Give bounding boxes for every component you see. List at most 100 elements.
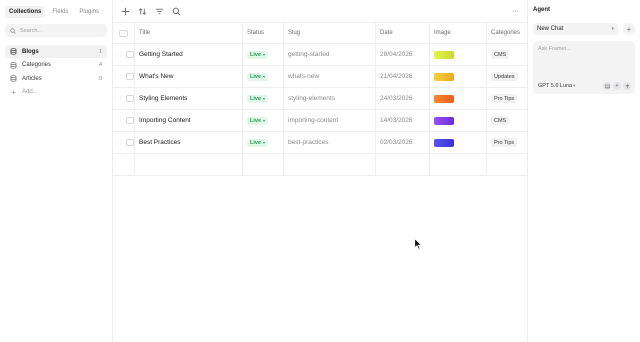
row-image[interactable] (430, 110, 487, 131)
row-handle[interactable]: ⋮⋮ (113, 66, 135, 87)
empty-row[interactable] (113, 154, 527, 176)
row-category[interactable]: CMS (487, 110, 527, 131)
status-badge[interactable]: Live ▾ (247, 94, 269, 103)
image-icon[interactable] (603, 82, 611, 90)
drag-handle-icon[interactable]: ⋮⋮ (113, 74, 123, 80)
row-status[interactable] (243, 154, 284, 175)
row-category[interactable]: CMS (487, 44, 527, 65)
row-category[interactable] (487, 154, 527, 175)
row-category[interactable]: Updates (487, 66, 527, 87)
row-title[interactable] (135, 154, 243, 175)
row-status[interactable]: Live ▾ (243, 88, 284, 109)
row-status[interactable]: Live ▾ (243, 44, 284, 65)
search-placeholder: Search... (20, 27, 43, 34)
chat-select[interactable]: New Chat ▾ (533, 23, 618, 35)
row-handle[interactable]: ⋮⋮ (113, 132, 135, 153)
drag-handle-icon[interactable]: ⋮⋮ (113, 140, 123, 146)
new-chat-button[interactable]: + (623, 23, 635, 35)
main-content: ··· Title Status Slug Date Image Categor… (113, 0, 527, 342)
row-checkbox[interactable] (126, 73, 134, 80)
row-date[interactable]: 21/04/2026 (376, 66, 430, 87)
status-badge[interactable]: Live ▾ (247, 116, 269, 125)
column-header-categories[interactable]: Categories (487, 23, 527, 43)
row-checkbox[interactable] (126, 95, 134, 102)
sidebar-item-blogs[interactable]: Blogs 1 (5, 45, 107, 58)
row-title[interactable]: Styling Elements (135, 88, 243, 109)
row-handle[interactable]: ⋮⋮ (113, 44, 135, 65)
status-badge[interactable]: Live ▾ (247, 138, 269, 147)
column-header-status[interactable]: Status (243, 23, 284, 43)
row-handle[interactable]: ⋮⋮ (113, 110, 135, 131)
toolbar: ··· (113, 0, 527, 22)
category-tag: Pro Tips (491, 94, 518, 103)
sidebar-item-categories[interactable]: Categories 4 (5, 59, 107, 72)
row-slug[interactable]: styling-elements (284, 88, 376, 109)
plus-icon[interactable] (121, 7, 130, 16)
table-row[interactable]: ⋮⋮ What's New Live ▾ whats-new 21/04/2026… (113, 66, 527, 88)
search-icon[interactable] (172, 7, 181, 16)
sidebar-tabs: Collections Fields Plugins (5, 6, 107, 18)
row-title[interactable]: Best Practices (135, 132, 243, 153)
row-slug[interactable]: getting-started (284, 44, 376, 65)
send-arrow-icon[interactable] (623, 82, 631, 90)
table-row[interactable]: ⋮⋮ Getting Started Live ▾ getting-started… (113, 44, 527, 66)
tab-fields[interactable]: Fields (48, 6, 72, 18)
row-checkbox[interactable] (126, 117, 134, 124)
drag-handle-icon[interactable]: ⋮⋮ (113, 118, 123, 124)
row-image[interactable] (430, 132, 487, 153)
row-image[interactable] (430, 88, 487, 109)
app-window: Collections Fields Plugins Search... Blo… (0, 0, 640, 342)
select-all-checkbox[interactable] (119, 29, 128, 37)
collection-table: Title Status Slug Date Image Categories … (113, 22, 527, 176)
row-slug[interactable]: whats-new (284, 66, 376, 87)
tab-collections[interactable]: Collections (5, 6, 46, 18)
row-slug[interactable]: best-practices (284, 132, 376, 153)
status-badge[interactable]: Live ▾ (247, 50, 269, 59)
row-status[interactable]: Live ▾ (243, 110, 284, 131)
column-header-slug[interactable]: Slug (284, 23, 376, 43)
row-image[interactable] (430, 66, 487, 87)
row-image[interactable] (430, 44, 487, 65)
attach-plus-icon[interactable]: + (613, 82, 621, 90)
row-category[interactable]: Pro Tips (487, 132, 527, 153)
more-options-icon[interactable]: ··· (512, 7, 519, 16)
table-row[interactable]: ⋮⋮ Importing Content Live ▾ importing-con… (113, 110, 527, 132)
drag-handle-icon[interactable]: ⋮⋮ (113, 96, 123, 102)
composer-actions: + (603, 82, 631, 90)
row-slug[interactable] (284, 154, 376, 175)
drag-handle-icon[interactable]: ⋮⋮ (113, 52, 123, 58)
row-date[interactable] (376, 154, 430, 175)
row-checkbox[interactable] (126, 51, 134, 58)
table-row[interactable]: ⋮⋮ Best Practices Live ▾ best-practices 0… (113, 132, 527, 154)
status-badge[interactable]: Live ▾ (247, 72, 269, 81)
model-select[interactable]: GPT 5.6 Luna▾ (538, 83, 575, 89)
status-label: Live (250, 117, 262, 124)
row-title[interactable]: Getting Started (135, 44, 243, 65)
row-status[interactable]: Live ▾ (243, 132, 284, 153)
row-date[interactable]: 28/04/2026 (376, 44, 430, 65)
row-date[interactable]: 14/03/2026 (376, 110, 430, 131)
row-category[interactable]: Pro Tips (487, 88, 527, 109)
row-title[interactable]: Importing Content (135, 110, 243, 131)
row-slug[interactable]: importing-content (284, 110, 376, 131)
column-header-image[interactable]: Image (430, 23, 487, 43)
row-title[interactable]: What's New (135, 66, 243, 87)
sort-icon[interactable] (138, 7, 147, 16)
row-date[interactable]: 02/03/2026 (376, 132, 430, 153)
row-image[interactable] (430, 154, 487, 175)
agent-composer[interactable]: Ask Framer... GPT 5.6 Luna▾ + (533, 41, 635, 94)
composer-placeholder: Ask Framer... (538, 46, 571, 52)
add-collection-button[interactable]: + Add... (5, 86, 107, 99)
filter-icon[interactable] (155, 7, 164, 16)
tab-plugins[interactable]: Plugins (75, 6, 103, 18)
row-status[interactable]: Live ▾ (243, 66, 284, 87)
column-header-date[interactable]: Date (376, 23, 430, 43)
table-row[interactable]: ⋮⋮ Styling Elements Live ▾ styling-elemen… (113, 88, 527, 110)
column-header-title[interactable]: Title (135, 23, 243, 43)
row-checkbox[interactable] (126, 139, 134, 146)
sidebar-item-articles[interactable]: Articles 0 (5, 72, 107, 85)
row-handle[interactable]: ⋮⋮ (113, 88, 135, 109)
search-input[interactable]: Search... (5, 24, 107, 37)
row-date[interactable]: 24/03/2026 (376, 88, 430, 109)
model-label: GPT 5.6 Luna (538, 83, 573, 89)
